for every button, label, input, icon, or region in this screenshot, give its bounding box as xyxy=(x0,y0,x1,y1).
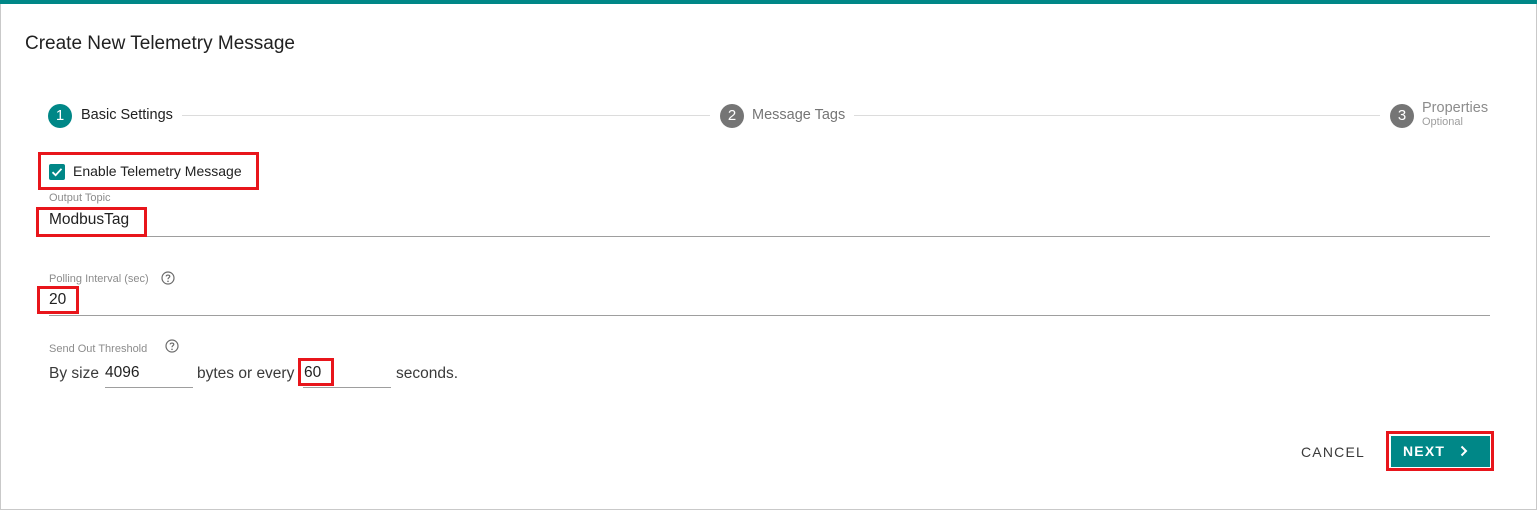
threshold-middle-text: bytes or every xyxy=(197,365,295,382)
step-2-label[interactable]: Message Tags xyxy=(752,107,845,123)
dialog xyxy=(0,0,1537,510)
step-3-label[interactable]: Properties xyxy=(1422,100,1488,116)
enable-telemetry-checkbox[interactable] xyxy=(49,164,65,180)
enable-telemetry-label[interactable]: Enable Telemetry Message xyxy=(73,163,242,179)
dialog-accent-bar xyxy=(0,0,1537,4)
step-1-label[interactable]: Basic Settings xyxy=(81,107,173,123)
help-icon[interactable] xyxy=(161,271,175,285)
chevron-right-icon xyxy=(1460,445,1468,457)
polling-interval-label: Polling Interval (sec) xyxy=(49,273,149,285)
threshold-suffix-text: seconds. xyxy=(396,365,459,382)
threshold-size-underline xyxy=(105,387,193,388)
dialog-title: Create New Telemetry Message xyxy=(25,33,295,54)
step-connector-2 xyxy=(854,115,1380,116)
next-button[interactable]: NEXT xyxy=(1391,436,1490,467)
cancel-button[interactable]: CANCEL xyxy=(1290,435,1376,469)
polling-interval-input[interactable]: 20 xyxy=(49,291,66,309)
threshold-seconds-underline xyxy=(303,387,391,388)
help-icon[interactable] xyxy=(165,339,179,353)
output-topic-underline xyxy=(49,236,1490,237)
step-1-number[interactable]: 1 xyxy=(48,104,72,128)
threshold-size-input[interactable]: 4096 xyxy=(105,364,139,382)
output-topic-label: Output Topic xyxy=(49,192,111,204)
step-connector-1 xyxy=(182,115,710,116)
next-button-label: NEXT xyxy=(1403,443,1446,459)
output-topic-input[interactable]: ModbusTag xyxy=(49,211,129,229)
threshold-seconds-input[interactable]: 60 xyxy=(304,364,321,382)
step-3-sublabel: Optional xyxy=(1422,116,1463,128)
step-2-number[interactable]: 2 xyxy=(720,104,744,128)
step-3-number[interactable]: 3 xyxy=(1390,104,1414,128)
threshold-prefix-text: By size xyxy=(49,365,99,382)
send-out-threshold-label: Send Out Threshold xyxy=(49,343,148,355)
checkmark-icon xyxy=(51,168,63,177)
polling-interval-underline xyxy=(49,315,1490,316)
